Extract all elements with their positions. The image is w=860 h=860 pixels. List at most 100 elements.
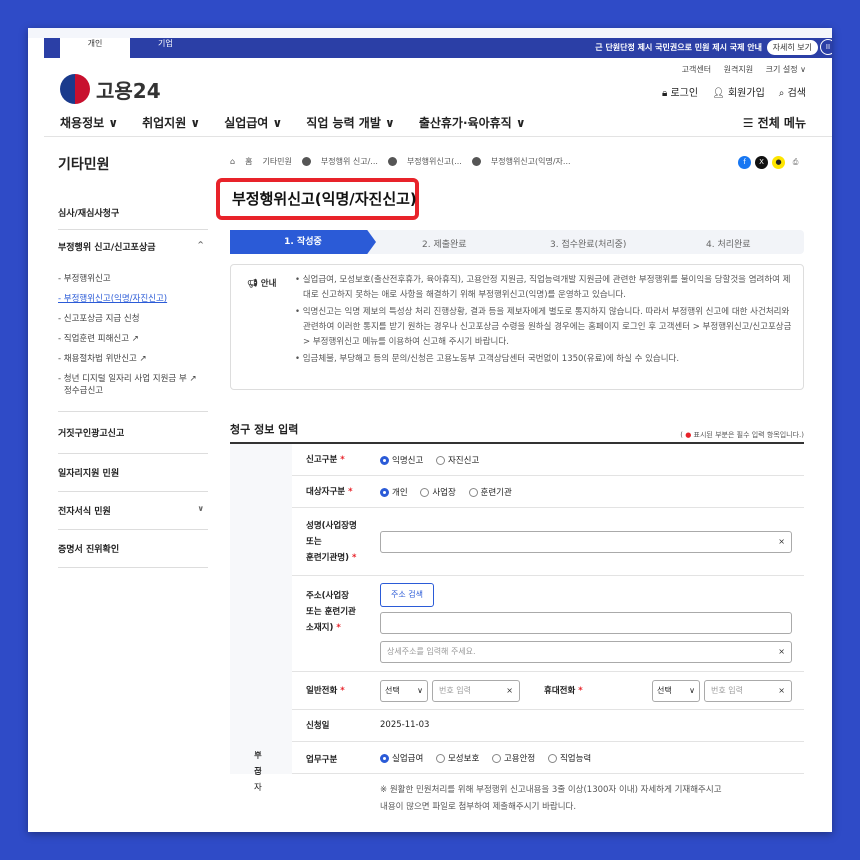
clear-icon[interactable]: ×	[506, 681, 513, 701]
kakaotalk-icon[interactable]: ●	[772, 156, 785, 169]
logo-emblem-icon	[60, 74, 90, 104]
radio-training[interactable]: 훈련기관	[468, 486, 512, 498]
sidebar-sub-anonymous-report[interactable]: - 부정행위신고(익명/자진신고)	[58, 289, 208, 309]
lock-icon: 🔒︎	[661, 88, 668, 99]
content-note: ※ 원활한 민원처리를 위해 부정행위 신고내용을 3줄 이상(1300자 이내…	[380, 782, 722, 816]
sidebar-title: 기타민원	[58, 157, 110, 173]
breadcrumb-item[interactable]: 부정행위신고(익명/자...	[491, 156, 571, 167]
sidebar-item-e-form[interactable]: 전자서식 민원 ∨	[58, 492, 208, 530]
address-input[interactable]	[380, 612, 792, 634]
input-placeholder: 번호 입력	[711, 686, 743, 695]
row-report-type: 신고구분 * 익명신고 자진신고	[292, 444, 804, 476]
sidebar-item-certificate[interactable]: 증명서 진위확인	[58, 530, 208, 568]
row-phone: 일반전화 * 선택 ∨ 번호 입력 × 휴대전화 * 선택 ∨ 번호 입력 ×	[292, 672, 804, 710]
site-logo[interactable]: 고용24	[60, 74, 161, 104]
nav-jobs[interactable]: 채용정보 ∨	[60, 114, 118, 131]
radio-workplace[interactable]: 사업장	[420, 486, 456, 498]
field-label-text: 대상자구분	[306, 487, 346, 497]
row-name: 성명(사업장명 또는 훈련기관명) * ×	[292, 508, 804, 576]
breadcrumb-item[interactable]: 기타민원	[262, 156, 291, 167]
notice-text[interactable]: 근 단원단정 제시 국민권으로 민원 제시 국제 안내	[595, 42, 762, 53]
login-link[interactable]: 🔒︎ 로그인	[662, 84, 698, 99]
tab-personal[interactable]: 개인	[60, 38, 130, 58]
util-customer-center[interactable]: 고객센터	[682, 65, 711, 74]
user-plus-icon: 👤︎	[712, 88, 725, 99]
nav-unemployment[interactable]: 실업급여 ∨	[224, 114, 282, 131]
chevron-down-icon[interactable]	[301, 157, 311, 166]
breadcrumb-home[interactable]: 홈	[245, 156, 252, 167]
chevron-up-icon: ^	[197, 240, 204, 249]
facebook-icon[interactable]: f	[738, 156, 751, 169]
sidebar-sub-youth-digital-l2: 정수급신고	[64, 386, 104, 396]
browser-frame: 개인 기업 근 단원단정 제시 국민권으로 민원 제시 국제 안내 자세히 보기…	[28, 28, 832, 832]
sidebar-sub-training-damage[interactable]: - 직업훈련 피해신고 ↗	[58, 329, 208, 349]
breadcrumb-item[interactable]: 부정행위 신고/...	[321, 156, 378, 167]
join-label: 회원가입	[727, 88, 765, 99]
notice-paragraph: • 실업급여, 모성보호(출산전후휴가, 육아휴직), 고용안정 지원금, 직업…	[295, 275, 791, 300]
phone-number-input[interactable]: 번호 입력 ×	[432, 680, 520, 702]
radio-vocational[interactable]: 직업능력	[547, 752, 592, 764]
field-label-text: 휴대전화	[544, 686, 576, 696]
sidebar-item-fraud[interactable]: 부정행위 신고/신고포상금 ^	[58, 230, 208, 263]
radio-anonymous[interactable]: 익명신고	[380, 454, 423, 466]
notice-box: 📢︎ 안내 • 실업급여, 모성보호(출산전후휴가, 육아휴직), 고용안정 지…	[230, 264, 804, 390]
sidebar-sub-recruit-law[interactable]: - 채용절차법 위반신고 ↗	[58, 349, 208, 369]
nav-training[interactable]: 직업 능력 개발 ∨	[306, 114, 395, 131]
address-search-button[interactable]: 주소 검색	[380, 583, 434, 607]
phone-area-select[interactable]: 선택 ∨	[380, 680, 428, 702]
radio-maternity[interactable]: 모성보호	[435, 752, 479, 764]
util-font-size[interactable]: 크기 설정 ∨	[766, 65, 806, 74]
pause-icon[interactable]: II	[820, 39, 832, 55]
sidebar-sub-reward[interactable]: - 신고포상금 지급 신청	[58, 309, 208, 329]
more-button[interactable]: 자세히 보기	[766, 40, 818, 55]
search-link[interactable]: ⌕ 검색	[779, 84, 806, 99]
sidebar-sub-youth-digital[interactable]: - 청년 디지털 일자리 사업 지원금 부 ↗ 정수급신고	[58, 369, 208, 401]
nav-employment-support[interactable]: 취업지원 ∨	[142, 114, 200, 131]
sidebar-submenu: - 부정행위신고 - 부정행위신고(익명/자진신고) - 신고포상금 지급 신청…	[58, 263, 208, 412]
clear-icon[interactable]: ×	[778, 681, 785, 701]
join-link[interactable]: 👤︎ 회원가입	[712, 84, 765, 99]
field-label: 대상자구분 *	[306, 487, 353, 497]
logo-text: 고용24	[96, 78, 161, 103]
chevron-down-icon[interactable]	[387, 157, 397, 166]
name-input[interactable]: ×	[380, 531, 792, 553]
radio-unemployment[interactable]: 실업급여	[380, 752, 423, 764]
sidebar-item-fake-ad[interactable]: 거짓구인광고신고	[58, 412, 208, 454]
print-icon[interactable]: ⎙	[789, 156, 802, 169]
group-label-2: 수급자	[254, 751, 262, 793]
account-links: 🔒︎ 로그인 👤︎ 회원가입 ⌕ 검색	[662, 84, 806, 99]
radio-label: 직업능력	[559, 754, 592, 764]
home-icon[interactable]: ⌂	[230, 157, 235, 166]
chevron-down-icon: ∨	[417, 686, 423, 695]
step: 3. 접수완료(처리중)	[550, 240, 627, 250]
chevron-down-icon: ∨	[197, 504, 205, 513]
field-label-l1: 주소(사업장	[306, 591, 349, 601]
sidebar-item-job-support[interactable]: 일자리지원 민원	[58, 454, 208, 492]
radio-individual[interactable]: 개인	[380, 486, 408, 498]
select-value: 선택	[657, 686, 672, 695]
input-placeholder: 번호 입력	[439, 686, 471, 695]
field-label: 주소(사업장 또는 훈련기관 소재지) *	[306, 591, 356, 633]
field-label-l3: 소재지)	[306, 623, 334, 633]
tab-company[interactable]: 기업	[144, 38, 187, 58]
chevron-down-icon: ∨	[689, 686, 695, 695]
radio-employment-stability[interactable]: 고용안정	[491, 752, 535, 764]
sidebar-sub-fraud-report[interactable]: - 부정행위신고	[58, 269, 208, 289]
field-label: 성명(사업장명 또는 훈련기관명) *	[306, 521, 357, 563]
field-label-text: 일반전화	[306, 686, 338, 696]
chevron-down-icon[interactable]	[471, 157, 481, 166]
section-title: 청구 정보 입력	[230, 423, 299, 436]
sidebar-item-review[interactable]: 심사/재심사청구	[58, 196, 208, 230]
mobile-prefix-select[interactable]: 선택 ∨	[652, 680, 700, 702]
x-icon[interactable]: X	[755, 156, 768, 169]
clear-icon[interactable]: ×	[778, 642, 785, 662]
breadcrumb-item[interactable]: 부정행위신고(...	[407, 156, 462, 167]
address-detail-input[interactable]: 상세주소를 입력해 주세요. ×	[380, 641, 792, 663]
radio-self[interactable]: 자진신고	[435, 454, 479, 466]
mobile-number-input[interactable]: 번호 입력 ×	[704, 680, 792, 702]
util-remote-support[interactable]: 원격지원	[724, 65, 753, 74]
clear-icon[interactable]: ×	[778, 532, 785, 552]
all-menu-button[interactable]: ☰ 전체 메뉴	[743, 114, 806, 131]
search-label: 검색	[787, 88, 806, 99]
nav-maternity[interactable]: 출산휴가·육아휴직 ∨	[419, 114, 526, 131]
